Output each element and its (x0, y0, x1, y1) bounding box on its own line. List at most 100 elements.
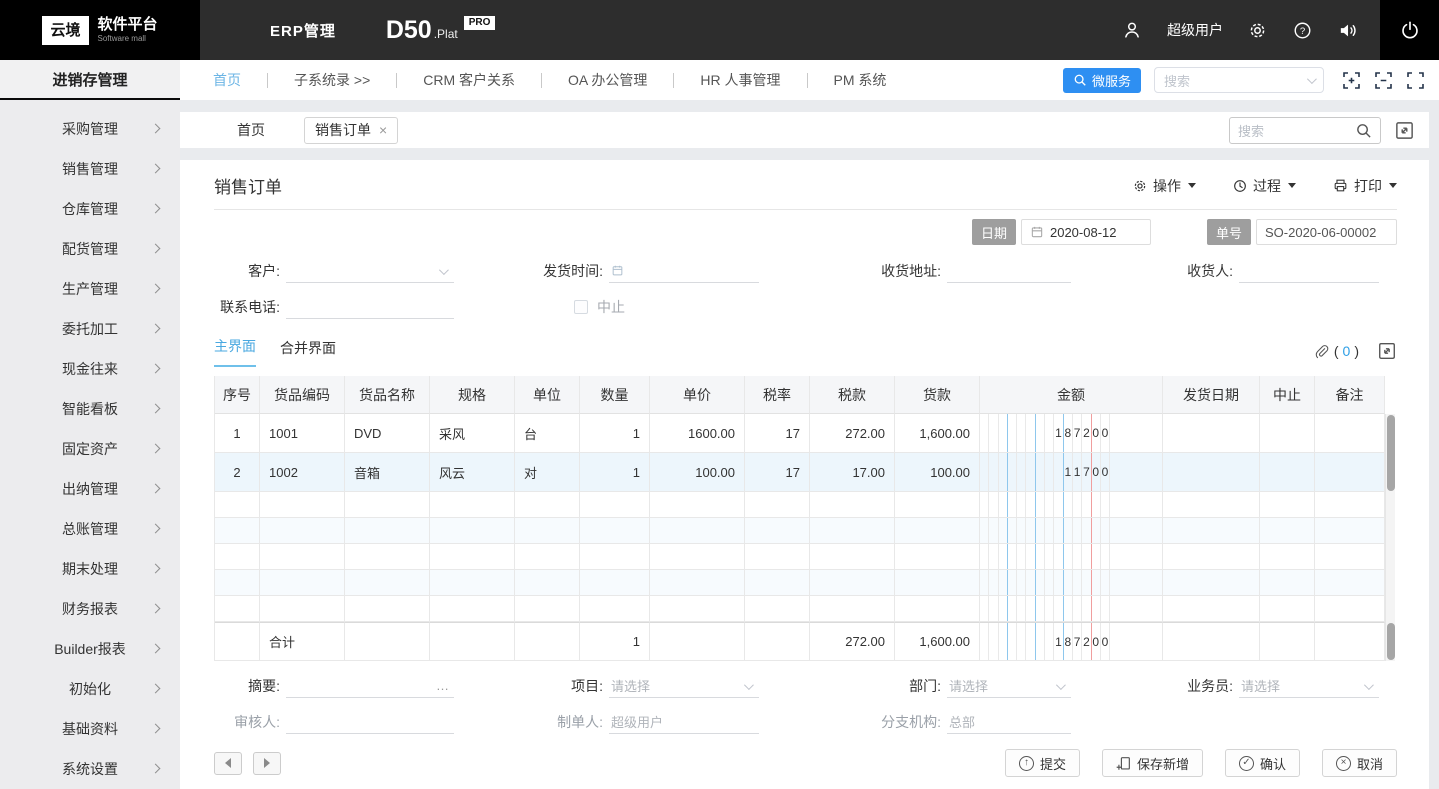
table-empty-row-1-cell-0[interactable] (215, 518, 260, 544)
table-row-0-cell-10[interactable]: 187200 (980, 414, 1163, 453)
tab-home[interactable]: 首页 (237, 120, 265, 140)
table-empty-row-1-cell-6[interactable] (650, 518, 745, 544)
next-page-button[interactable] (253, 751, 281, 775)
submit-button[interactable]: ↑ 提交 (1004, 749, 1080, 777)
table-empty-row-4-cell-13[interactable] (1315, 596, 1385, 622)
table-empty-row-2-cell-12[interactable] (1260, 544, 1315, 570)
table-empty-row-1-cell-9[interactable] (895, 518, 980, 544)
table-row-1-cell-4[interactable]: 对 (515, 453, 580, 492)
sidebar-item-6[interactable]: 现金往来 (0, 349, 180, 389)
zoom-out-bracket-icon[interactable] (1375, 71, 1392, 89)
table-row-1-cell-7[interactable]: 17 (745, 453, 810, 492)
table-empty-row-1-cell-4[interactable] (515, 518, 580, 544)
table-row-0-cell-5[interactable]: 1 (580, 414, 650, 453)
table-empty-row-1-cell-13[interactable] (1315, 518, 1385, 544)
sidebar-item-5[interactable]: 委托加工 (0, 309, 180, 349)
table-empty-row-1-cell-8[interactable] (810, 518, 895, 544)
sidebar-item-2[interactable]: 仓库管理 (0, 189, 180, 229)
confirm-button[interactable]: ✓ 确认 (1224, 749, 1300, 777)
close-icon[interactable]: × (379, 122, 387, 138)
attachment-button[interactable]: (0) (1313, 343, 1359, 360)
table-empty-row-3-cell-0[interactable] (215, 570, 260, 596)
help-icon[interactable]: ? (1292, 20, 1313, 41)
settings-gear-icon[interactable] (1247, 20, 1268, 41)
cancel-button[interactable]: × 取消 (1321, 749, 1397, 777)
table-empty-row-3-cell-1[interactable] (260, 570, 345, 596)
table-empty-row-1-cell-12[interactable] (1260, 518, 1315, 544)
project-select[interactable]: 请选择 (609, 674, 759, 698)
global-search-select[interactable]: 搜索 (1154, 67, 1324, 93)
table-empty-row-1-cell-10[interactable] (980, 518, 1163, 544)
table-empty-row-3-cell-4[interactable] (515, 570, 580, 596)
sidebar-item-8[interactable]: 固定资产 (0, 429, 180, 469)
table-row-0-cell-1[interactable]: 1001 (260, 414, 345, 453)
table-empty-row-0-cell-9[interactable] (895, 492, 980, 518)
date-input[interactable]: 2020-08-12 (1020, 219, 1151, 245)
table-empty-row-1-cell-11[interactable] (1163, 518, 1260, 544)
fullscreen-bracket-icon[interactable] (1407, 71, 1424, 89)
table-empty-row-0-cell-2[interactable] (345, 492, 430, 518)
table-empty-row-0-cell-13[interactable] (1315, 492, 1385, 518)
sidebar-item-13[interactable]: Builder报表 (0, 629, 180, 669)
table-empty-row-3-cell-2[interactable] (345, 570, 430, 596)
tab-main-interface[interactable]: 主界面 (214, 336, 256, 367)
user-avatar-icon[interactable] (1121, 19, 1143, 41)
sidebar-item-9[interactable]: 出纳管理 (0, 469, 180, 509)
ship-time-input[interactable] (609, 259, 759, 283)
table-empty-row-4-cell-1[interactable] (260, 596, 345, 622)
table-empty-row-3-cell-6[interactable] (650, 570, 745, 596)
tab-search-input[interactable]: 搜索 (1229, 116, 1381, 144)
table-empty-row-0-cell-4[interactable] (515, 492, 580, 518)
department-select[interactable]: 请选择 (947, 674, 1071, 698)
table-empty-row-2-cell-6[interactable] (650, 544, 745, 570)
table-row-0-cell-7[interactable]: 17 (745, 414, 810, 453)
table-row-0-cell-9[interactable]: 1,600.00 (895, 414, 980, 453)
table-empty-row-2-cell-9[interactable] (895, 544, 980, 570)
table-row-1-cell-5[interactable]: 1 (580, 453, 650, 492)
expand-icon[interactable] (1377, 341, 1397, 361)
table-empty-row-4-cell-6[interactable] (650, 596, 745, 622)
table-empty-row-3-cell-11[interactable] (1163, 570, 1260, 596)
table-empty-row-0-cell-10[interactable] (980, 492, 1163, 518)
table-empty-row-4-cell-2[interactable] (345, 596, 430, 622)
table-empty-row-0-cell-1[interactable] (260, 492, 345, 518)
nav-item-2[interactable]: CRM 客户关系 (423, 70, 515, 90)
table-row-0-cell-12[interactable] (1260, 414, 1315, 453)
microservice-button[interactable]: 微服务 (1062, 67, 1141, 93)
table-empty-row-2-cell-2[interactable] (345, 544, 430, 570)
table-empty-row-3-cell-12[interactable] (1260, 570, 1315, 596)
table-empty-row-4-cell-11[interactable] (1163, 596, 1260, 622)
table-empty-row-2-cell-8[interactable] (810, 544, 895, 570)
nav-item-1[interactable]: 子系统录 >> (294, 70, 370, 90)
table-empty-row-4-cell-10[interactable] (980, 596, 1163, 622)
salesman-select[interactable]: 请选择 (1239, 674, 1379, 698)
sidebar-item-15[interactable]: 基础资料 (0, 709, 180, 749)
table-row-1-cell-12[interactable] (1260, 453, 1315, 492)
table-empty-row-3-cell-7[interactable] (745, 570, 810, 596)
sidebar-item-11[interactable]: 期末处理 (0, 549, 180, 589)
table-row-1-cell-3[interactable]: 风云 (430, 453, 515, 492)
table-row-1-cell-11[interactable] (1163, 453, 1260, 492)
current-username[interactable]: 超级用户 (1167, 20, 1223, 40)
table-empty-row-2-cell-11[interactable] (1163, 544, 1260, 570)
table-empty-row-4-cell-0[interactable] (215, 596, 260, 622)
table-empty-row-4-cell-3[interactable] (430, 596, 515, 622)
phone-input[interactable] (286, 295, 454, 319)
process-dropdown-button[interactable]: 过程 (1232, 176, 1296, 196)
auditor-input[interactable] (286, 710, 454, 734)
table-empty-row-0-cell-0[interactable] (215, 492, 260, 518)
tab-sales-order[interactable]: 销售订单 × (304, 116, 399, 144)
table-empty-row-1-cell-3[interactable] (430, 518, 515, 544)
nav-item-0[interactable]: 首页 (213, 70, 241, 90)
abort-checkbox[interactable] (574, 300, 588, 314)
table-row-1-cell-8[interactable]: 17.00 (810, 453, 895, 492)
table-row-0-cell-3[interactable]: 采风 (430, 414, 515, 453)
table-empty-row-1-cell-5[interactable] (580, 518, 650, 544)
save-new-button[interactable]: 保存新增 (1101, 749, 1203, 777)
table-empty-row-3-cell-9[interactable] (895, 570, 980, 596)
table-empty-row-0-cell-6[interactable] (650, 492, 745, 518)
speaker-icon[interactable] (1337, 19, 1360, 42)
scrollbar-thumb-bottom[interactable] (1387, 623, 1395, 660)
table-empty-row-2-cell-1[interactable] (260, 544, 345, 570)
table-row-0-cell-4[interactable]: 台 (515, 414, 580, 453)
